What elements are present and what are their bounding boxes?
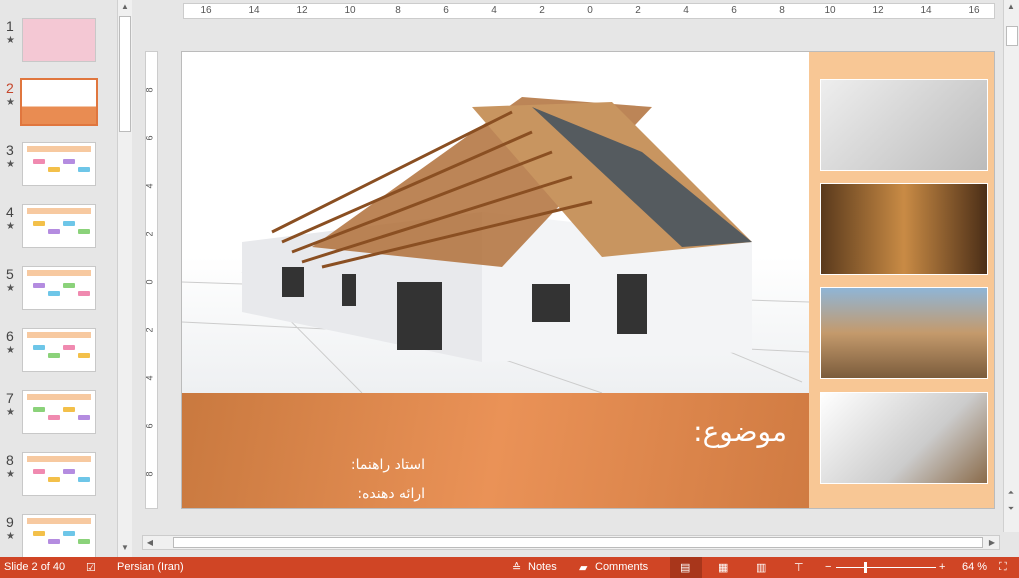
slide-thumbnail[interactable]: [20, 78, 98, 126]
slide-canvas[interactable]: موضوع: استاد راهنما: ارائه دهنده:: [181, 51, 995, 509]
ruler-label: 10: [344, 5, 356, 16]
scroll-thumb[interactable]: [173, 537, 983, 548]
slide-thumbnail[interactable]: [22, 142, 96, 186]
title-band: موضوع: استاد راهنما: ارائه دهنده:: [182, 393, 809, 508]
ruler-label: 4: [144, 183, 155, 189]
ruler-label: 8: [779, 5, 785, 16]
slide-thumbnail[interactable]: [22, 514, 96, 558]
ruler-label: 4: [144, 375, 155, 381]
animation-star-icon: ★: [6, 469, 15, 480]
ruler-label: 14: [920, 5, 932, 16]
thumbnail-number: 4: [6, 204, 14, 220]
language-indicator[interactable]: Persian (Iran): [117, 561, 184, 573]
vertical-ruler: 8 6 4 2 0 2 4 6 8: [145, 51, 158, 509]
slide-thumbnail[interactable]: [22, 452, 96, 496]
slide-thumbnail[interactable]: [22, 328, 96, 372]
construction-site-image: [820, 287, 988, 379]
ruler-label: 2: [144, 327, 155, 333]
ruler-label: 10: [824, 5, 836, 16]
slide-counter: Slide 2 of 40: [4, 561, 66, 573]
scroll-left-icon[interactable]: ◀: [143, 538, 157, 547]
house-construction-image: [182, 52, 810, 394]
blueprint-house-image: [820, 79, 988, 171]
horizontal-ruler: 16 14 12 10 8 6 4 2 0 2 4 6 8 10 12 14 16: [183, 3, 995, 19]
presenter-label[interactable]: ارائه دهنده:: [357, 486, 425, 502]
scroll-up-icon[interactable]: ▲: [118, 2, 132, 11]
horizontal-scrollbar[interactable]: ◀ ▶: [142, 535, 1000, 550]
slide-thumbnails-pane: 1 ★ 2 ★ 3 ★ 4 ★ 5 ★ 6 ★ 7 ★ 8 ★ 9 ★: [0, 0, 136, 558]
ruler-label: 2: [539, 5, 545, 16]
scroll-up-icon[interactable]: ▲: [1004, 2, 1018, 11]
animation-star-icon: ★: [6, 35, 15, 46]
ruler-label: 0: [144, 279, 155, 285]
thumbnail-number: 1: [6, 18, 14, 34]
ruler-label: 2: [144, 231, 155, 237]
scroll-right-icon[interactable]: ▶: [985, 538, 999, 547]
ruler-label: 6: [144, 423, 155, 429]
thumbnail-number: 2: [6, 80, 14, 96]
zoom-slider[interactable]: [836, 567, 936, 568]
animation-star-icon: ★: [6, 221, 15, 232]
zoom-level[interactable]: 64 %: [962, 561, 987, 573]
ruler-label: 6: [443, 5, 449, 16]
ruler-label: 12: [296, 5, 308, 16]
status-bar: Slide 2 of 40 ☑ Persian (Iran) ≙ Notes ▰…: [0, 557, 1019, 578]
scroll-down-icon[interactable]: ▼: [118, 543, 132, 552]
side-image-panel: [809, 52, 994, 508]
zoom-out-icon[interactable]: −: [825, 561, 831, 573]
advisor-label[interactable]: استاد راهنما:: [351, 457, 425, 473]
slide-thumbnail[interactable]: [22, 390, 96, 434]
ruler-label: 6: [731, 5, 737, 16]
animation-star-icon: ★: [6, 159, 15, 170]
normal-view-icon: ▤: [680, 562, 691, 574]
slideshow-icon[interactable]: ⊤: [794, 561, 804, 574]
thumbnail-number: 8: [6, 452, 14, 468]
thumbnail-number: 9: [6, 514, 14, 530]
fit-slide-icon[interactable]: ⛶: [999, 561, 1007, 574]
ruler-label: 8: [144, 87, 155, 93]
scroll-thumb[interactable]: [119, 16, 131, 132]
slide-sorter-icon[interactable]: ▦: [718, 561, 728, 574]
thumbnail-number: 6: [6, 328, 14, 344]
slide-thumbnail[interactable]: [22, 18, 96, 62]
animation-star-icon: ★: [6, 97, 15, 108]
ruler-label: 8: [144, 471, 155, 477]
zoom-slider-thumb[interactable]: [864, 562, 867, 573]
slide-title[interactable]: موضوع:: [693, 415, 787, 448]
comments-button[interactable]: Comments: [595, 561, 648, 573]
scroll-thumb[interactable]: [1006, 26, 1018, 46]
thumbnail-number: 3: [6, 142, 14, 158]
ruler-label: 6: [144, 135, 155, 141]
house-model-image: [820, 392, 988, 484]
notes-button[interactable]: Notes: [528, 561, 557, 573]
ruler-label: 0: [587, 5, 593, 16]
ruler-label: 4: [683, 5, 689, 16]
reading-view-icon[interactable]: ▥: [756, 561, 766, 574]
ruler-label: 2: [635, 5, 641, 16]
spellcheck-icon[interactable]: ☑: [86, 561, 96, 574]
ruler-label: 16: [200, 5, 212, 16]
thumbnail-number: 7: [6, 390, 14, 406]
ruler-label: 4: [491, 5, 497, 16]
workers-image: [820, 183, 988, 275]
ruler-label: 14: [248, 5, 260, 16]
animation-star-icon: ★: [6, 345, 15, 356]
slide-thumbnail[interactable]: [22, 204, 96, 248]
ruler-label: 8: [395, 5, 401, 16]
thumbnails-scrollbar[interactable]: ▲ ▼: [117, 0, 132, 557]
animation-star-icon: ★: [6, 283, 15, 294]
slide-vertical-scrollbar[interactable]: ▲ ⏶ ⏷: [1003, 0, 1019, 532]
ruler-label: 16: [968, 5, 980, 16]
next-slide-icon[interactable]: ⏷: [1004, 504, 1018, 514]
animation-star-icon: ★: [6, 531, 15, 542]
comments-icon[interactable]: ▰: [579, 561, 587, 574]
thumbnail-number: 5: [6, 266, 14, 282]
previous-slide-icon[interactable]: ⏶: [1004, 488, 1018, 498]
zoom-in-icon[interactable]: +: [939, 561, 945, 573]
slide-thumbnail[interactable]: [22, 266, 96, 310]
ruler-label: 12: [872, 5, 884, 16]
animation-star-icon: ★: [6, 407, 15, 418]
notes-icon[interactable]: ≙: [512, 561, 521, 574]
